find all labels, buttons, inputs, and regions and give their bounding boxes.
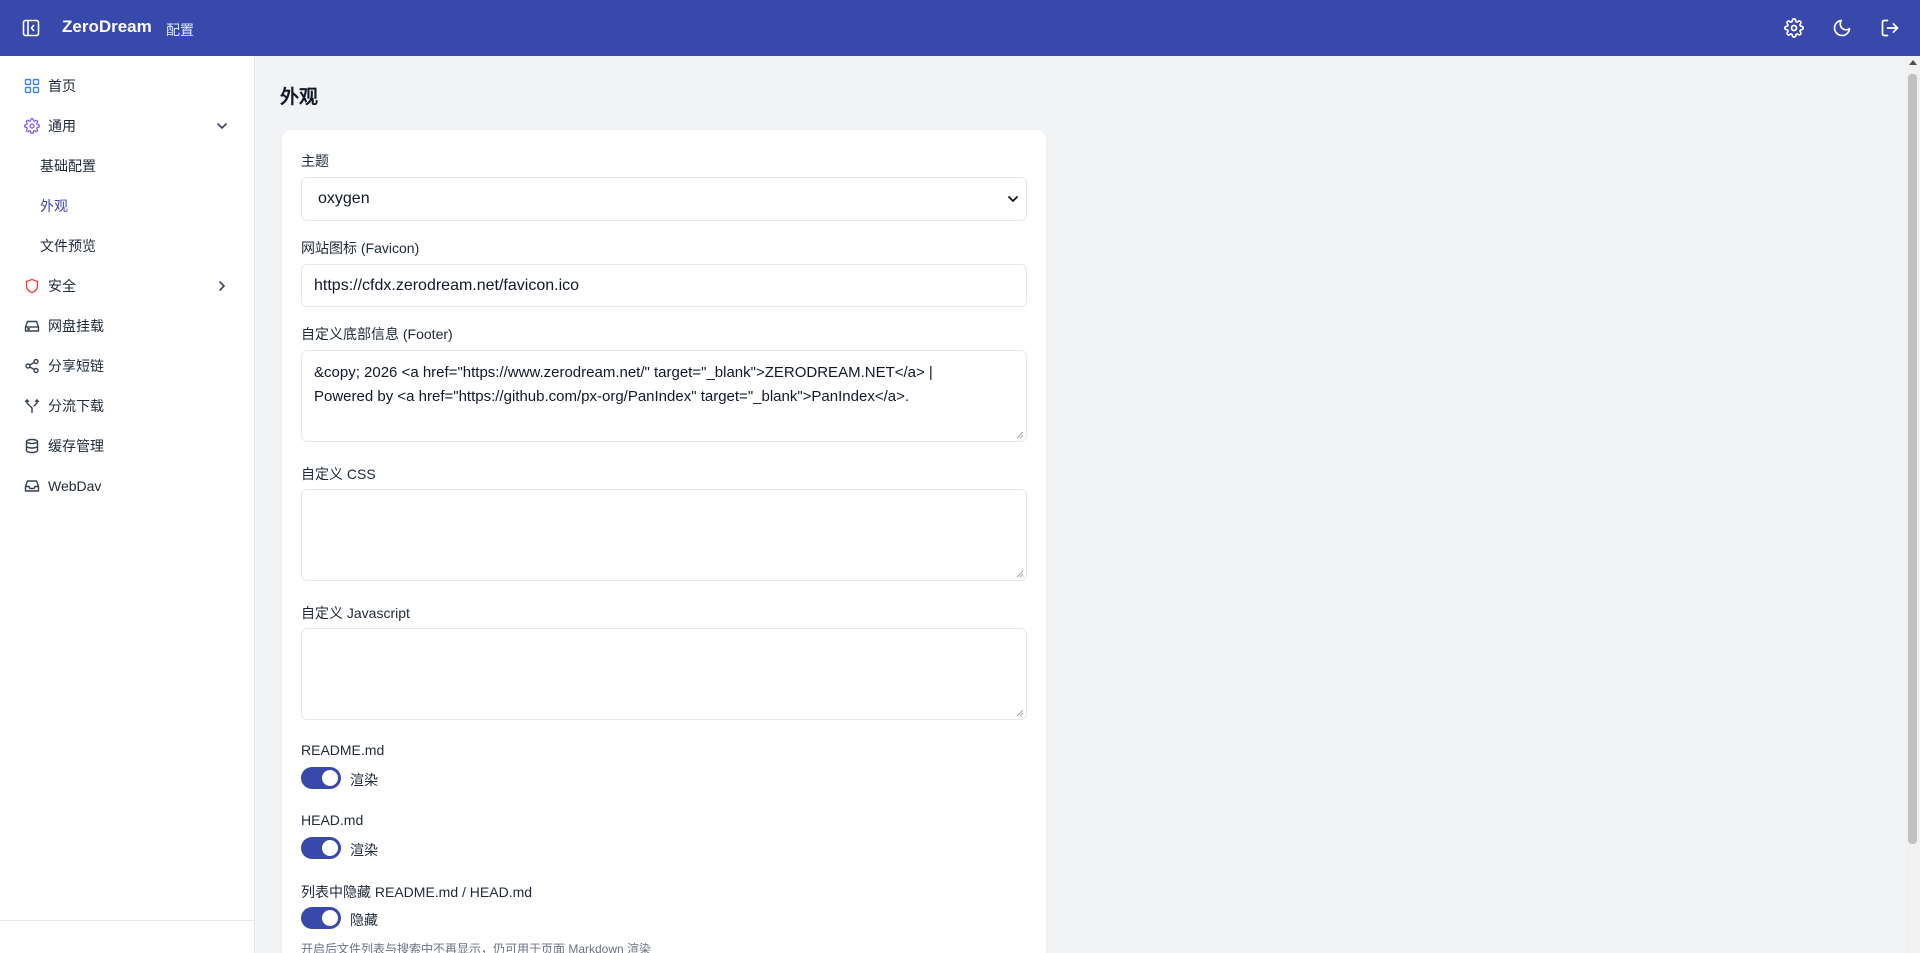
inbox-icon	[24, 478, 40, 494]
custom-css-label: 自定义 CSS	[301, 466, 376, 482]
scroll-thumb[interactable]	[1908, 74, 1917, 844]
head-toggle[interactable]	[301, 837, 341, 859]
resize-handle-icon[interactable]	[1016, 570, 1024, 578]
share-icon	[24, 358, 40, 374]
hide-readme-hint: 开启后文件列表与搜索中不再显示，仍可用于页面 Markdown 渲染	[301, 942, 652, 953]
sidebar-item-general[interactable]: 通用	[0, 106, 255, 146]
custom-js-textarea[interactable]	[301, 628, 1027, 720]
footer-textarea[interactable]: &copy; 2026 <a href="https://www.zerodre…	[301, 350, 1027, 442]
sidebar-item-drive-mount[interactable]: 网盘挂载	[0, 306, 255, 346]
scroll-up-icon[interactable]	[1909, 60, 1917, 65]
brand-name: ZeroDream	[62, 17, 152, 36]
moon-icon[interactable]	[1832, 18, 1852, 38]
sidebar-item-label: 通用	[48, 118, 76, 134]
sidebar-item-split-download[interactable]: 分流下载	[0, 386, 255, 426]
sidebar: 首页 通用 基础配置 外观 文件预览 安全 网盘挂载 分享短链 分流下载 缓存管…	[0, 56, 255, 953]
hide-readme-toggle-label: 隐藏	[350, 912, 378, 928]
shield-icon	[24, 278, 40, 294]
readme-label: README.md	[301, 742, 385, 758]
page-title: 外观	[280, 87, 319, 108]
sidebar-item-label: 首页	[48, 78, 76, 94]
favicon-input-value: https://cfdx.zerodream.net/favicon.ico	[314, 276, 580, 294]
custom-css-textarea[interactable]	[301, 489, 1027, 581]
readme-toggle[interactable]	[301, 767, 341, 789]
sidebar-subitem-label: 文件预览	[40, 238, 96, 254]
hide-readme-toggle[interactable]	[301, 907, 341, 929]
sidebar-subitem-label: 基础配置	[40, 158, 96, 174]
sidebar-subitem-label: 外观	[40, 198, 68, 214]
chevron-down-icon[interactable]	[214, 118, 230, 134]
database-icon	[24, 438, 40, 454]
footer-text-line-1: &copy; 2026 <a href="https://www.zerodre…	[314, 364, 933, 381]
chevron-right-icon[interactable]	[214, 278, 230, 294]
page-subtitle: 配置	[166, 22, 194, 38]
footer-text-line-2: Powered by <a href="https://github.com/p…	[314, 388, 910, 405]
sidebar-subitem-file-preview[interactable]: 文件预览	[0, 226, 255, 266]
footer-label: 自定义底部信息 (Footer)	[301, 326, 453, 342]
page-scrollbar[interactable]	[1905, 56, 1920, 953]
favicon-input[interactable]: https://cfdx.zerodream.net/favicon.ico	[301, 264, 1027, 307]
sidebar-item-home[interactable]: 首页	[0, 66, 255, 106]
split-icon	[24, 398, 40, 414]
logout-icon[interactable]	[1880, 18, 1900, 38]
toggle-knob	[322, 910, 338, 926]
favicon-label: 网站图标 (Favicon)	[301, 240, 420, 256]
sidebar-item-label: 网盘挂载	[48, 318, 104, 334]
toggle-knob	[322, 770, 338, 786]
readme-toggle-label: 渲染	[350, 772, 378, 788]
sidebar-item-webdav[interactable]: WebDav	[0, 466, 255, 506]
sidebar-item-label: 分享短链	[48, 358, 104, 374]
sidebar-item-label: 缓存管理	[48, 438, 104, 454]
sidebar-item-label: 分流下载	[48, 398, 104, 414]
drive-icon	[24, 318, 40, 334]
sidebar-item-cache[interactable]: 缓存管理	[0, 426, 255, 466]
sidebar-item-label: WebDav	[48, 478, 102, 494]
toggle-knob	[322, 840, 338, 856]
head-label: HEAD.md	[301, 812, 364, 828]
theme-select[interactable]: oxygen	[301, 177, 1027, 221]
chevron-down-icon	[1006, 192, 1020, 206]
sidebar-item-share-links[interactable]: 分享短链	[0, 346, 255, 386]
theme-select-value: oxygen	[318, 190, 370, 207]
gear-icon	[24, 118, 40, 134]
theme-label: 主题	[301, 153, 329, 169]
top-bar: ZeroDream 配置	[0, 0, 1920, 56]
sidebar-item-label: 安全	[48, 278, 76, 294]
head-toggle-label: 渲染	[350, 842, 378, 858]
grid-icon	[24, 78, 40, 94]
sidebar-item-security[interactable]: 安全	[0, 266, 255, 306]
custom-js-label: 自定义 Javascript	[301, 605, 410, 621]
sidebar-collapse-icon[interactable]	[22, 19, 40, 37]
resize-handle-icon[interactable]	[1016, 709, 1024, 717]
sidebar-subitem-basic-config[interactable]: 基础配置	[0, 146, 255, 186]
sidebar-divider	[0, 920, 255, 921]
sidebar-subitem-appearance[interactable]: 外观	[0, 186, 255, 226]
gear-icon[interactable]	[1784, 18, 1804, 38]
hide-readme-label: 列表中隐藏 README.md / HEAD.md	[301, 884, 533, 900]
resize-handle-icon[interactable]	[1016, 431, 1024, 439]
